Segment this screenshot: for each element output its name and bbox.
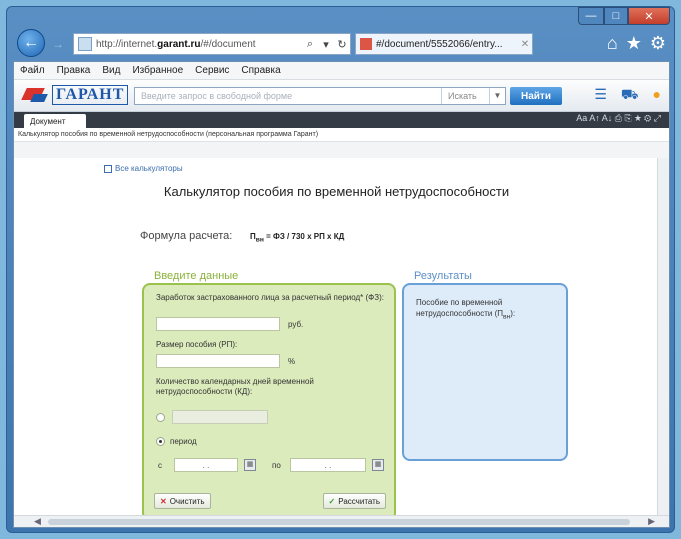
clear-button[interactable]: ✕ Очистить xyxy=(154,493,211,509)
input-section-title: Введите данные xyxy=(154,270,239,282)
scroll-right-icon[interactable]: ▶ xyxy=(648,516,655,527)
list-icon[interactable]: ☰ xyxy=(594,86,607,105)
menu-file[interactable]: Файл xyxy=(20,65,45,76)
calculator-icon xyxy=(104,164,112,173)
tab-title: #/document/5552066/entry... xyxy=(376,38,503,50)
back-button[interactable]: ← xyxy=(17,29,45,57)
search-button[interactable]: Найти xyxy=(510,87,562,105)
formula-value: Пвн = ФЗ / 730 х РП х КД xyxy=(250,232,344,244)
close-button[interactable]: ✕ xyxy=(628,7,670,25)
car-icon[interactable]: ⛟ xyxy=(621,86,639,105)
breadcrumb: Калькулятор пособия по временной нетрудо… xyxy=(14,128,669,142)
calculate-button[interactable]: ✓ Рассчитать xyxy=(322,493,386,509)
browser-tab[interactable]: #/document/5552066/entry... ✕ xyxy=(355,33,533,55)
maximize-button[interactable]: □ xyxy=(604,7,628,25)
days-label: Количество календарных дней временной не… xyxy=(156,377,314,396)
date-to-label: по xyxy=(272,461,281,470)
period-radio[interactable] xyxy=(156,437,165,446)
navigation-bar: ← → http://internet.garant.ru/#/document… xyxy=(13,29,670,59)
result-section-title: Результаты xyxy=(414,270,472,282)
document-tabs-bar: Документ Aa A↑ A↓ ⎙ ⎘ ★ ⚙ ⤢ xyxy=(14,112,669,128)
date-to-input[interactable]: . . xyxy=(290,458,366,472)
bell-icon[interactable]: ● xyxy=(653,86,661,105)
favicon-icon xyxy=(360,38,372,50)
url-path: /#/document xyxy=(200,38,256,50)
scroll-left-icon[interactable]: ◀ xyxy=(34,516,41,527)
menu-bar: Файл Правка Вид Избранное Сервис Справка xyxy=(14,62,669,80)
menu-view[interactable]: Вид xyxy=(102,65,120,76)
toolbar-icons: ☰ ⛟ ● xyxy=(594,86,661,105)
earnings-label: Заработок застрахованного лица за расчет… xyxy=(156,293,384,302)
formula-label: Формула расчета: xyxy=(140,230,233,242)
url-domain: garant.ru xyxy=(157,38,201,50)
menu-favorites[interactable]: Избранное xyxy=(132,65,183,76)
menu-help[interactable]: Справка xyxy=(241,65,280,76)
dropdown-icon[interactable]: ▾ xyxy=(318,38,334,51)
search-option-select[interactable]: Искать xyxy=(441,88,489,104)
search-placeholder: Введите запрос в свободной форме xyxy=(141,91,293,101)
scroll-thumb[interactable] xyxy=(48,519,630,525)
date-from-input[interactable]: . . xyxy=(174,458,238,472)
logo-text: ГАРАНТ xyxy=(52,85,129,105)
address-url[interactable]: http://internet.garant.ru/#/document xyxy=(96,39,302,50)
benefit-size-input[interactable] xyxy=(156,354,280,368)
address-bar[interactable]: http://internet.garant.ru/#/document ⌕ ▾… xyxy=(73,33,351,55)
date-from-label: с xyxy=(158,461,162,470)
result-tail: ): xyxy=(510,309,516,318)
result-label: Пособие по временной нетрудоспособности … xyxy=(416,297,556,323)
favorites-star-icon[interactable]: ★ xyxy=(626,33,642,54)
all-calculators-label: Все калькуляторы xyxy=(115,164,183,173)
browser-window: — □ ✕ ← → http://internet.garant.ru/#/do… xyxy=(6,6,675,533)
tab-document[interactable]: Документ xyxy=(24,114,86,128)
days-count-input[interactable] xyxy=(172,410,268,424)
minimize-button[interactable]: — xyxy=(578,7,604,25)
settings-gear-icon[interactable]: ⚙ xyxy=(650,33,666,54)
days-count-radio[interactable] xyxy=(156,413,165,422)
search-icon[interactable]: ⌕ xyxy=(302,38,318,51)
search-dropdown-icon[interactable]: ▼ xyxy=(489,88,505,104)
formula-expression: = ФЗ / 730 х РП х КД xyxy=(263,232,345,241)
input-panel: Заработок застрахованного лица за расчет… xyxy=(142,283,396,521)
result-panel: Пособие по временной нетрудоспособности … xyxy=(402,283,568,461)
menu-edit[interactable]: Правка xyxy=(57,65,91,76)
home-icon[interactable]: ⌂ xyxy=(607,33,618,54)
app-toolbar: ГАРАНТ Введите запрос в свободной форме … xyxy=(14,80,669,112)
url-prefix: http://internet. xyxy=(96,38,158,50)
tab-close-icon[interactable]: ✕ xyxy=(518,39,532,50)
window-controls: — □ ✕ xyxy=(578,7,670,25)
result-text: Пособие по временной нетрудоспособности … xyxy=(416,298,504,318)
clear-button-label: Очистить xyxy=(169,496,205,506)
clear-x-icon: ✕ xyxy=(160,496,167,506)
garant-logo[interactable]: ГАРАНТ xyxy=(21,85,129,105)
page-title: Калькулятор пособия по временной нетрудо… xyxy=(163,184,510,199)
calendar-to-icon[interactable]: ▦ xyxy=(372,459,384,471)
browser-content: Файл Правка Вид Избранное Сервис Справка… xyxy=(13,61,670,528)
earnings-unit: руб. xyxy=(288,320,304,329)
menu-tools[interactable]: Сервис xyxy=(195,65,229,76)
earnings-input[interactable] xyxy=(156,317,280,331)
search-input[interactable]: Введите запрос в свободной форме Искать … xyxy=(134,87,506,105)
all-calculators-link[interactable]: Все калькуляторы xyxy=(104,164,183,173)
benefit-size-unit: % xyxy=(288,357,296,366)
forward-arrow-icon: → xyxy=(52,37,64,51)
calendar-from-icon[interactable]: ▦ xyxy=(244,459,256,471)
back-arrow-icon: ← xyxy=(23,34,39,51)
document-tools[interactable]: Aa A↑ A↓ ⎙ ⎘ ★ ⚙ ⤢ xyxy=(576,113,661,124)
refresh-icon[interactable]: ↻ xyxy=(334,38,350,51)
page-icon xyxy=(78,37,92,51)
check-icon: ✓ xyxy=(328,496,336,506)
browser-icons: ⌂ ★ ⚙ xyxy=(607,33,666,54)
period-label: период xyxy=(170,437,197,446)
benefit-size-label: Размер пособия (РП): xyxy=(156,340,238,349)
horizontal-scrollbar[interactable]: ◀ ▶ xyxy=(14,515,669,527)
forward-button[interactable]: → xyxy=(49,35,67,53)
document-area: Все калькуляторы Калькулятор пособия по … xyxy=(14,158,659,521)
logo-mark-icon xyxy=(21,86,48,104)
formula-subscript: вн xyxy=(255,236,264,244)
vertical-scrollbar[interactable] xyxy=(657,158,669,517)
calculate-button-label: Рассчитать xyxy=(338,496,380,506)
